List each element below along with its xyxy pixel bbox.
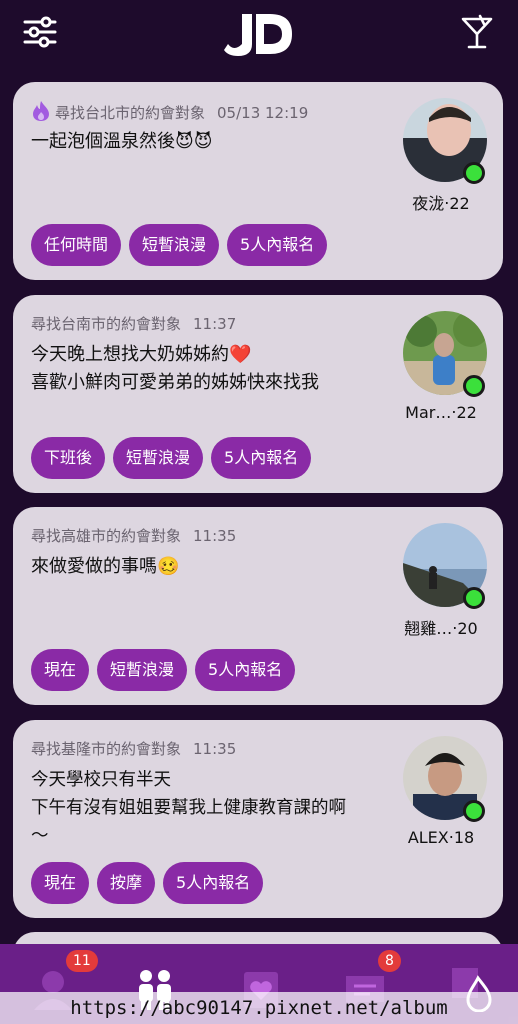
tag[interactable]: 5人內報名 <box>211 437 312 479</box>
post-card[interactable]: 尋找高雄市的約會對象 11:35 來做愛做的事嗎🥴 翹雞…‧20 現在 短暫浪漫 … <box>13 507 503 705</box>
post-card[interactable]: 尋找基隆市的約會對象 11:35 今天學校只有半天 下午有沒有姐姐要幫我上健康教育… <box>13 720 503 918</box>
tag[interactable]: 5人內報名 <box>195 649 296 691</box>
tag[interactable]: 5人內報名 <box>163 862 264 904</box>
cocktail-glass-icon[interactable] <box>460 14 494 50</box>
post-time: 11:37 <box>193 315 237 333</box>
notification-badge: 8 <box>378 950 401 972</box>
online-indicator <box>463 800 485 822</box>
post-message: 今天學校只有半天 下午有沒有姐姐要幫我上健康教育課的啊 ～ <box>31 770 346 846</box>
online-indicator <box>463 162 485 184</box>
post-time: 05/13 12:19 <box>217 104 309 122</box>
tag-list: 現在 按摩 5人內報名 <box>31 862 264 904</box>
post-meta: 尋找台南市的約會對象 11:37 <box>31 313 236 334</box>
post-time: 11:35 <box>193 527 237 545</box>
post-location: 尋找高雄市的約會對象 <box>31 527 182 545</box>
post-meta: 尋找高雄市的約會對象 11:35 <box>31 525 236 546</box>
post-message: 一起泡個溫泉然後😈😈 <box>31 131 213 152</box>
post-card[interactable]: 尋找台北市的約會對象 05/13 12:19 一起泡個溫泉然後😈😈 夜泷‧22 任… <box>13 82 503 280</box>
tag[interactable]: 按摩 <box>97 862 156 904</box>
username: 夜泷‧22 <box>412 194 470 213</box>
post-time: 11:35 <box>193 740 237 758</box>
tag-list: 現在 短暫浪漫 5人內報名 <box>31 649 296 691</box>
post-location: 尋找基隆市的約會對象 <box>31 740 182 758</box>
post-card[interactable]: 尋找台南市的約會對象 11:37 今天晚上想找大奶姊姊約❤️ 喜歡小鮮肉可愛弟弟的… <box>13 295 503 493</box>
online-indicator <box>463 375 485 397</box>
tag[interactable]: 5人內報名 <box>227 224 328 266</box>
post-message: 今天晚上想找大奶姊姊約❤️ 喜歡小鮮肉可愛弟弟的姊姊快來找我 <box>31 344 319 393</box>
flame-icon <box>33 101 49 121</box>
username: Mar…‧22 <box>405 403 477 422</box>
tag[interactable]: 短暫浪漫 <box>97 649 188 691</box>
tag-list: 下班後 短暫浪漫 5人內報名 <box>31 437 312 479</box>
tag[interactable]: 現在 <box>31 862 90 904</box>
post-meta: 尋找基隆市的約會對象 11:35 <box>31 738 236 759</box>
tag-list: 任何時間 短暫浪漫 5人內報名 <box>31 224 328 266</box>
tag[interactable]: 短暫浪漫 <box>129 224 220 266</box>
username: ALEX‧18 <box>407 828 475 847</box>
post-location: 尋找台北市的約會對象 <box>55 104 206 122</box>
post-message: 來做愛做的事嗎🥴 <box>31 556 180 577</box>
username: 翹雞…‧20 <box>404 619 478 638</box>
watermark: https://abc90147.pixnet.net/album <box>0 992 518 1024</box>
tag[interactable]: 現在 <box>31 649 90 691</box>
post-location: 尋找台南市的約會對象 <box>31 315 182 333</box>
tag[interactable]: 任何時間 <box>31 224 122 266</box>
sliders-icon[interactable] <box>22 16 58 48</box>
tag[interactable]: 短暫浪漫 <box>113 437 204 479</box>
post-meta: 尋找台北市的約會對象 05/13 12:19 <box>31 100 308 123</box>
online-indicator <box>463 587 485 609</box>
app-logo <box>224 14 292 56</box>
tag[interactable]: 下班後 <box>31 437 106 479</box>
top-bar <box>0 0 518 70</box>
notification-badge: 11 <box>66 950 98 972</box>
